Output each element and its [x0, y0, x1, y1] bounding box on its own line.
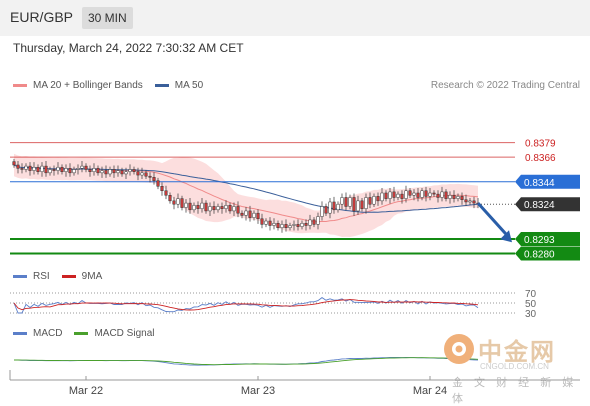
- level-label-0.8324: 0.8324: [524, 200, 555, 211]
- x-tick-label: Mar 23: [241, 385, 275, 397]
- forecast-arrow: [476, 202, 510, 238]
- x-tick-label: Mar 22: [69, 385, 103, 397]
- level-label-0.8379: 0.8379: [525, 139, 556, 150]
- watermark-url: CNGOLD.COM.CN: [480, 362, 549, 371]
- level-label-0.8280: 0.8280: [524, 250, 555, 261]
- bollinger-band: [14, 153, 478, 237]
- watermark-sub: 金 文 财 经 新 媒 体: [452, 377, 578, 405]
- macd-signal-line: [14, 357, 479, 366]
- watermark: 中金网 CNGOLD.COM.CN 金 文 财 经 新 媒 体: [440, 330, 580, 405]
- level-label-0.8293: 0.8293: [524, 235, 555, 246]
- cngold-logo-icon: [444, 334, 474, 364]
- level-label-0.8366: 0.8366: [525, 153, 556, 164]
- rsi-level-label-30: 30: [525, 309, 537, 320]
- rsi-line: [13, 297, 479, 314]
- level-label-0.8344: 0.8344: [524, 178, 555, 189]
